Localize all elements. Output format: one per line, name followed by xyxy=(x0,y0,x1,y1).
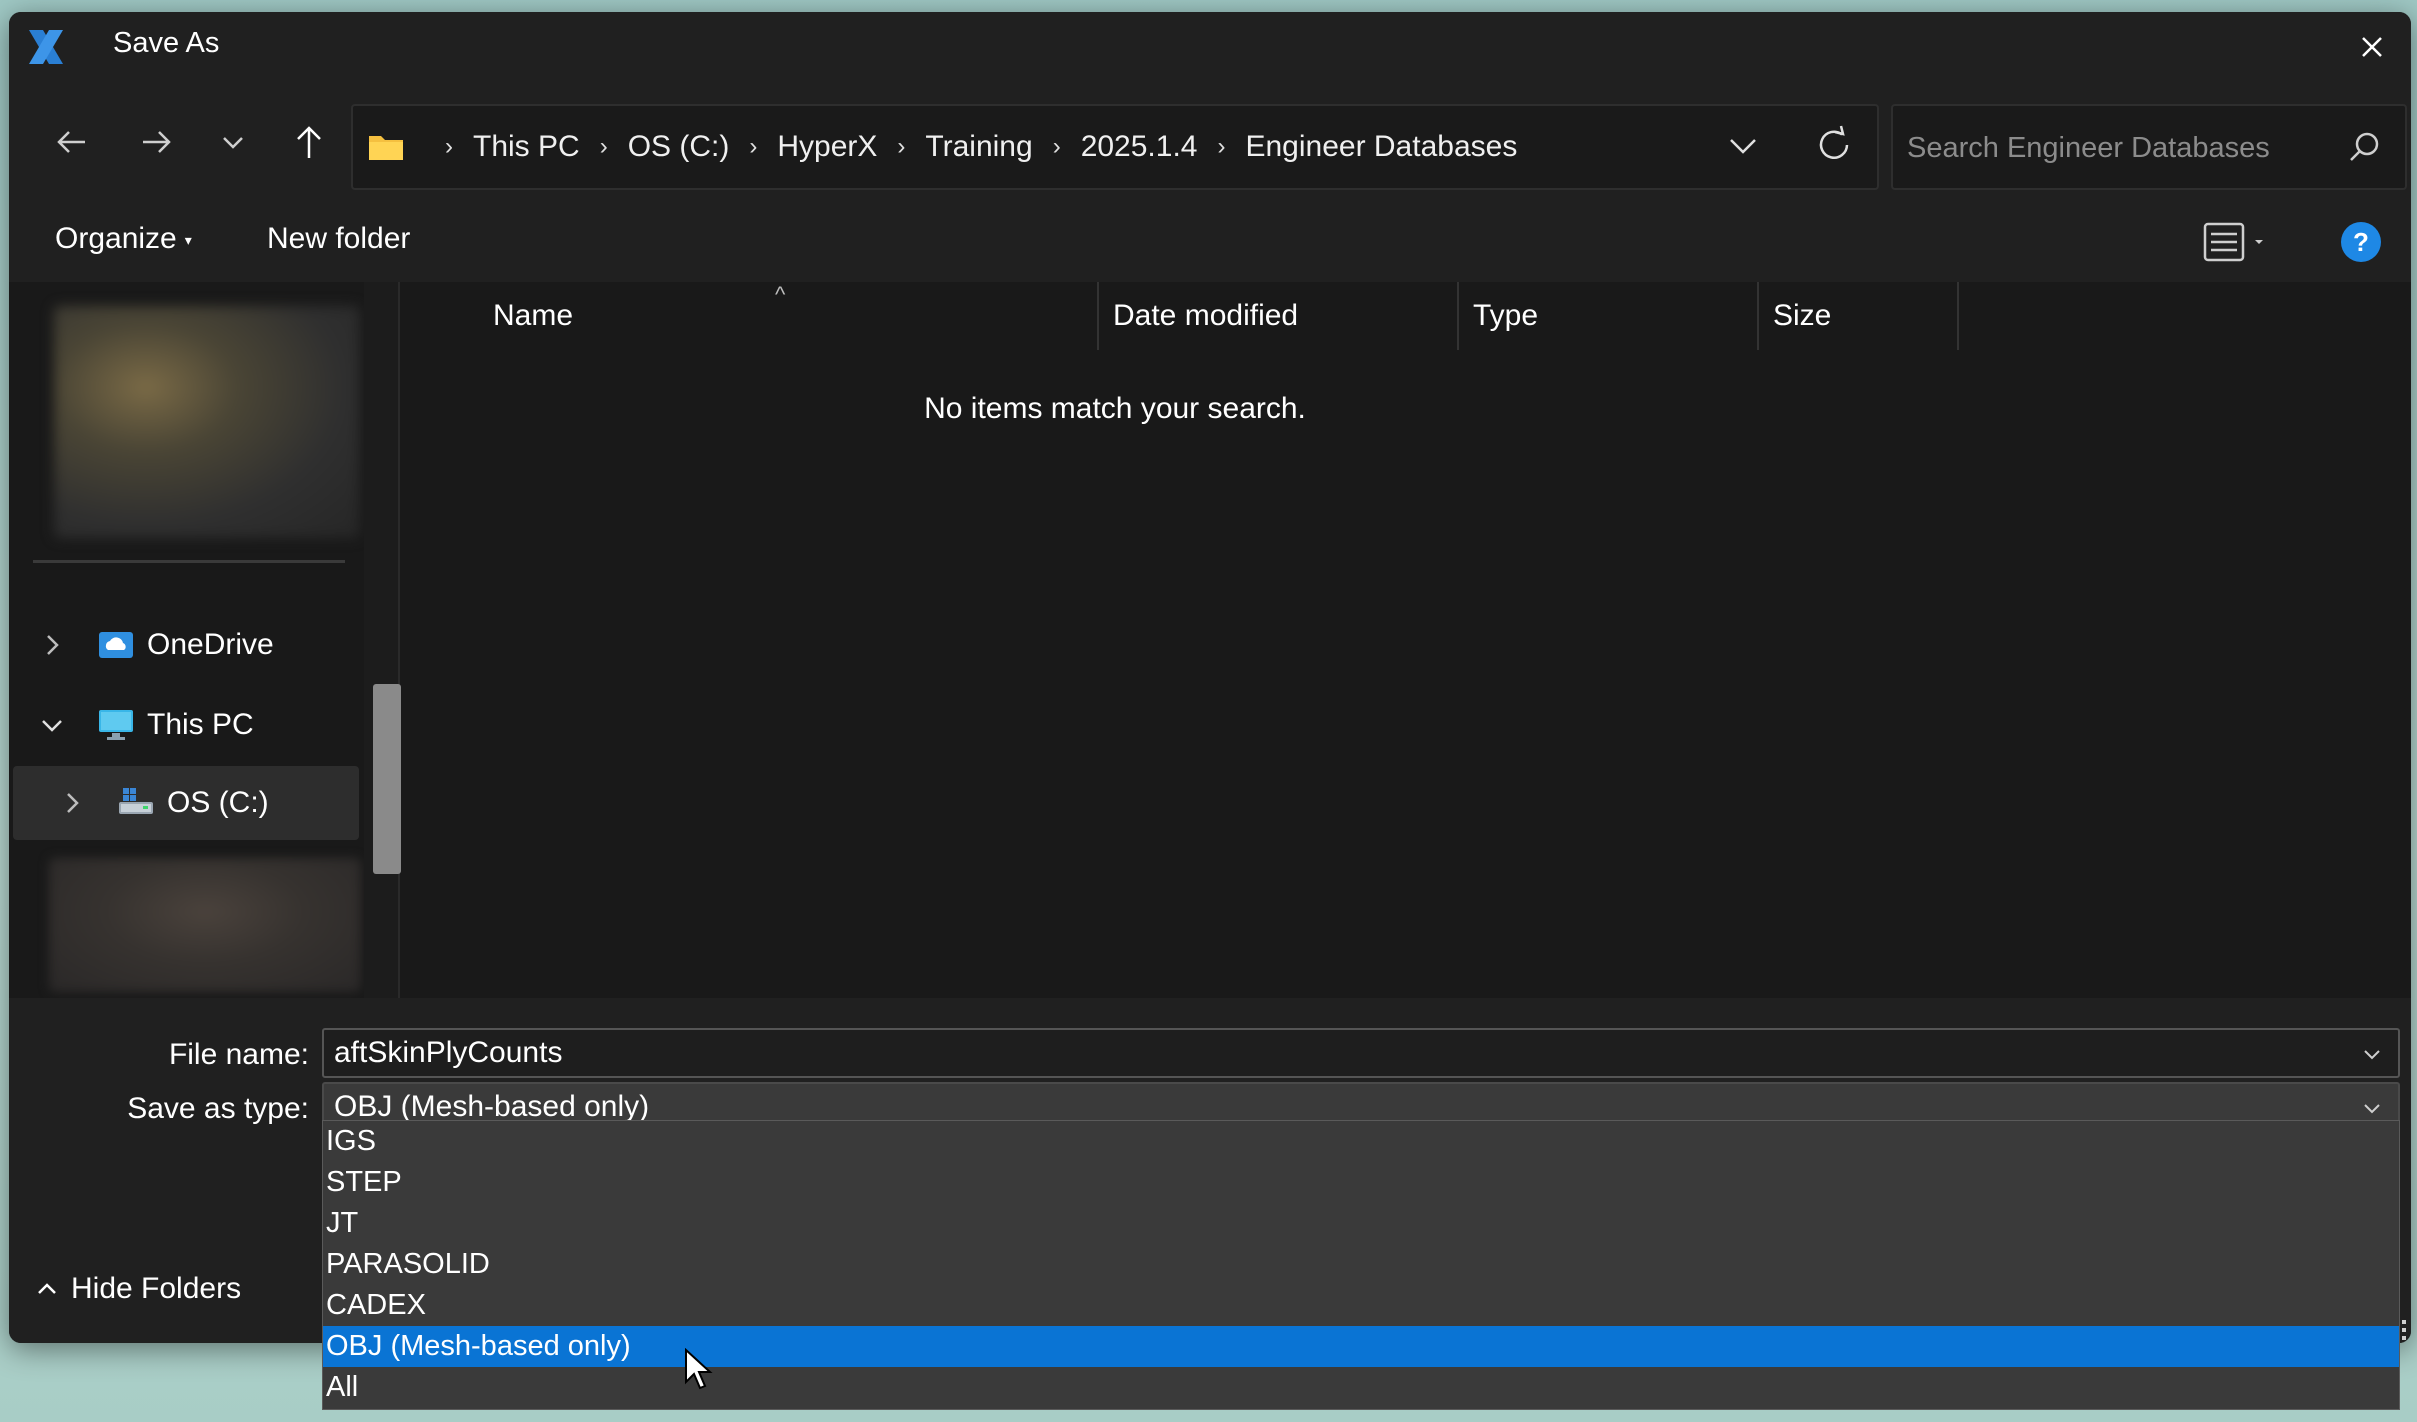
nav-item-label: This PC xyxy=(147,708,254,741)
refresh-icon[interactable] xyxy=(1811,122,1857,168)
breadcrumb-item[interactable]: HyperX xyxy=(777,130,877,164)
nav-item-this-pc[interactable]: This PC xyxy=(13,688,359,762)
search-box[interactable] xyxy=(1891,104,2407,190)
nav-item-os-c[interactable]: OS (C:) xyxy=(13,766,359,840)
back-button[interactable] xyxy=(47,118,95,166)
pane-divider xyxy=(33,560,345,563)
up-button[interactable] xyxy=(285,118,333,166)
blurred-quick-access xyxy=(54,306,360,538)
column-header-type[interactable]: Type xyxy=(1473,282,1538,350)
dropdown-option[interactable]: CADEX xyxy=(323,1285,2399,1326)
breadcrumb-item[interactable]: This PC xyxy=(473,130,580,164)
chevron-down-icon[interactable] xyxy=(2360,1096,2384,1120)
address-bar[interactable]: › This PC › OS (C:) › HyperX › Training … xyxy=(351,104,1879,190)
dropdown-option[interactable]: All xyxy=(323,1367,2399,1408)
app-logo-icon xyxy=(29,30,63,64)
column-separator[interactable] xyxy=(1457,282,1459,350)
dropdown-option[interactable]: IGS xyxy=(323,1121,2399,1162)
chevron-right-icon[interactable]: › xyxy=(1217,133,1225,161)
view-options-icon[interactable] xyxy=(2191,220,2271,264)
column-separator[interactable] xyxy=(1957,282,1959,350)
breadcrumb-item[interactable]: Training xyxy=(925,130,1032,164)
dialog-title: Save As xyxy=(113,27,220,59)
new-folder-button[interactable]: New folder xyxy=(267,222,410,256)
organize-button[interactable]: Organize ▾ xyxy=(55,222,192,256)
chevron-down-icon[interactable] xyxy=(2360,1042,2384,1066)
recent-locations-button[interactable] xyxy=(209,118,257,166)
chevron-up-icon xyxy=(38,1283,56,1294)
search-input[interactable] xyxy=(1905,122,2329,174)
command-bar: Organize ▾ New folder ? xyxy=(9,202,2411,282)
title-bar: Save As xyxy=(9,12,2411,82)
column-header-name[interactable]: Name xyxy=(493,282,573,350)
dropdown-option[interactable]: JT xyxy=(323,1203,2399,1244)
breadcrumb-item[interactable]: Engineer Databases xyxy=(1245,130,1517,164)
file-name-value[interactable]: aftSkinPlyCounts xyxy=(334,1036,562,1070)
navigation-pane: OneDrive This PC OS (C:) xyxy=(9,282,401,998)
column-separator[interactable] xyxy=(1757,282,1759,350)
file-name-label: File name: xyxy=(168,1038,309,1071)
caret-down-icon: ▾ xyxy=(184,231,192,248)
address-history-chevron-down-icon[interactable] xyxy=(1723,126,1763,166)
hide-folders-button[interactable]: Hide Folders xyxy=(35,1272,241,1306)
breadcrumb-item[interactable]: 2025.1.4 xyxy=(1081,130,1198,164)
save-type-label: Save as type: xyxy=(127,1092,309,1125)
address-row: › This PC › OS (C:) › HyperX › Training … xyxy=(9,82,2411,202)
chevron-down-icon[interactable] xyxy=(37,710,67,740)
chevron-right-icon[interactable]: › xyxy=(749,133,757,161)
breadcrumb: › This PC › OS (C:) › HyperX › Training … xyxy=(367,106,1517,188)
chevron-down-icon xyxy=(223,137,243,149)
arrow-up-icon xyxy=(297,126,321,158)
folder-icon xyxy=(369,136,403,160)
chevron-right-icon[interactable] xyxy=(57,788,87,818)
chevron-right-icon[interactable]: › xyxy=(1053,133,1061,161)
chevron-right-icon[interactable]: › xyxy=(600,133,608,161)
chevron-right-icon[interactable] xyxy=(37,630,67,660)
organize-label: Organize xyxy=(55,222,177,255)
chevron-right-icon[interactable]: › xyxy=(897,133,905,161)
hide-folders-label: Hide Folders xyxy=(71,1272,242,1305)
help-icon[interactable]: ? xyxy=(2341,222,2381,262)
resize-grip-icon[interactable] xyxy=(2400,1318,2412,1344)
nav-scrollbar-thumb[interactable] xyxy=(373,684,401,874)
arrow-left-icon xyxy=(57,131,85,153)
column-separator[interactable] xyxy=(1097,282,1099,350)
nav-scrollbar-track[interactable] xyxy=(364,282,400,998)
breadcrumb-item[interactable]: OS (C:) xyxy=(628,130,730,164)
column-header-size[interactable]: Size xyxy=(1773,282,1831,350)
close-icon[interactable] xyxy=(2353,28,2391,66)
chevron-right-icon: › xyxy=(445,133,453,160)
dropdown-option-selected[interactable]: OBJ (Mesh-based only) xyxy=(323,1326,2399,1367)
dropdown-option[interactable]: STEP xyxy=(323,1162,2399,1203)
search-icon[interactable] xyxy=(2347,130,2381,164)
save-type-value: OBJ (Mesh-based only) xyxy=(334,1090,650,1123)
sort-ascending-icon: ^ xyxy=(775,282,786,307)
dropdown-option[interactable]: PARASOLID xyxy=(323,1244,2399,1285)
empty-state-message: No items match your search. xyxy=(924,392,1306,425)
drive-icon xyxy=(119,788,153,814)
column-header-date-modified[interactable]: Date modified xyxy=(1113,282,1298,350)
nav-item-label: OS (C:) xyxy=(167,786,269,819)
nav-item-onedrive[interactable]: OneDrive xyxy=(13,608,359,682)
blurred-nav-items xyxy=(49,858,361,992)
save-type-dropdown-list: IGS STEP JT PARASOLID CADEX OBJ (Mesh-ba… xyxy=(322,1120,2400,1410)
onedrive-cloud-icon xyxy=(99,632,133,658)
file-list-pane: ^ Name Date modified Type Size No items … xyxy=(405,282,2411,998)
mouse-pointer-icon xyxy=(685,1348,713,1390)
forward-button[interactable] xyxy=(133,118,181,166)
arrow-right-icon xyxy=(143,131,171,153)
nav-item-label: OneDrive xyxy=(147,628,274,661)
monitor-icon xyxy=(99,710,133,740)
file-name-input[interactable]: aftSkinPlyCounts xyxy=(322,1028,2400,1078)
